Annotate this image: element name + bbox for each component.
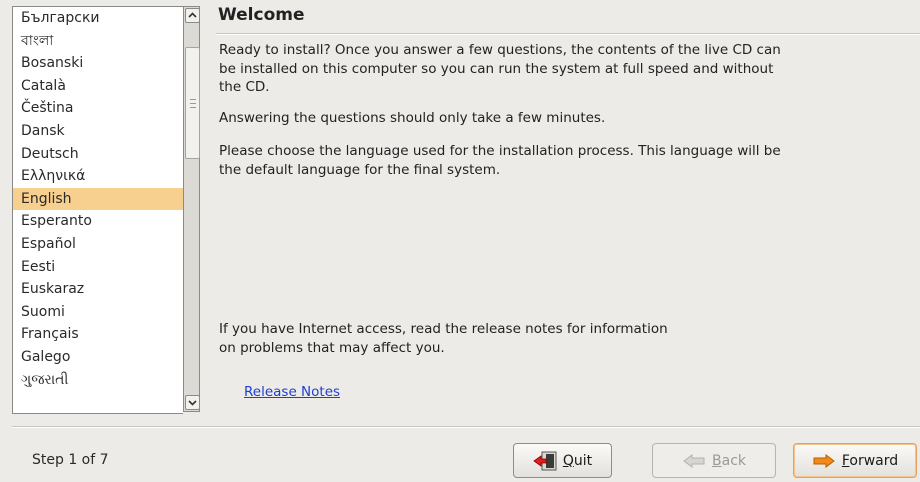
language-item[interactable]: বাংলা [13,30,183,53]
grip-icon [190,99,196,108]
time-paragraph: Answering the questions should only take… [219,110,606,126]
language-item[interactable]: Ελληνικά [13,165,183,188]
scroll-up-button[interactable] [185,8,200,23]
language-list-scrollbar[interactable] [183,6,200,412]
release-notes-paragraph: If you have Internet access, read the re… [219,321,668,356]
language-item[interactable]: Dansk [13,120,183,143]
scroll-down-button[interactable] [185,395,200,410]
language-item[interactable]: Esperanto [13,210,183,233]
language-item[interactable]: Español [13,233,183,256]
forward-label: Forward [841,452,899,469]
language-item[interactable]: Eesti [13,256,183,279]
quit-button[interactable]: Quit [513,443,612,478]
intro-paragraph: Ready to install? Once you answer a few … [219,42,781,95]
quit-icon [533,451,557,471]
language-item[interactable]: Galego [13,346,183,369]
step-indicator: Step 1 of 7 [32,452,109,468]
quit-label: Quit [562,452,593,469]
footer-divider [12,426,920,428]
language-list[interactable]: Български বাংলা Bosanski Català Čeština Dansk… [12,6,183,414]
language-item[interactable]: ગુજરાતી [13,369,183,392]
back-button[interactable]: Back [652,443,776,478]
forward-arrow-icon [812,453,836,469]
language-item[interactable]: Euskaraz [13,278,183,301]
chevron-down-icon [188,400,197,406]
language-item[interactable]: Български [13,7,183,30]
title-divider [216,33,920,35]
back-label: Back [712,452,746,469]
language-item[interactable]: Català [13,75,183,98]
forward-button[interactable]: Forward [793,443,917,478]
release-notes-link[interactable]: Release Notes [244,384,340,400]
language-item[interactable]: Suomi [13,301,183,324]
language-item[interactable]: English [13,187,183,211]
language-item[interactable]: Deutsch [13,143,183,166]
page-title: Welcome [218,5,305,25]
language-item[interactable]: Bosanski [13,52,183,75]
language-item[interactable]: Čeština [13,97,183,120]
back-arrow-icon [682,453,706,469]
language-paragraph: Please choose the language used for the … [219,143,781,178]
chevron-up-icon [188,12,197,18]
scroll-thumb[interactable] [185,47,200,159]
language-item[interactable]: Français [13,323,183,346]
